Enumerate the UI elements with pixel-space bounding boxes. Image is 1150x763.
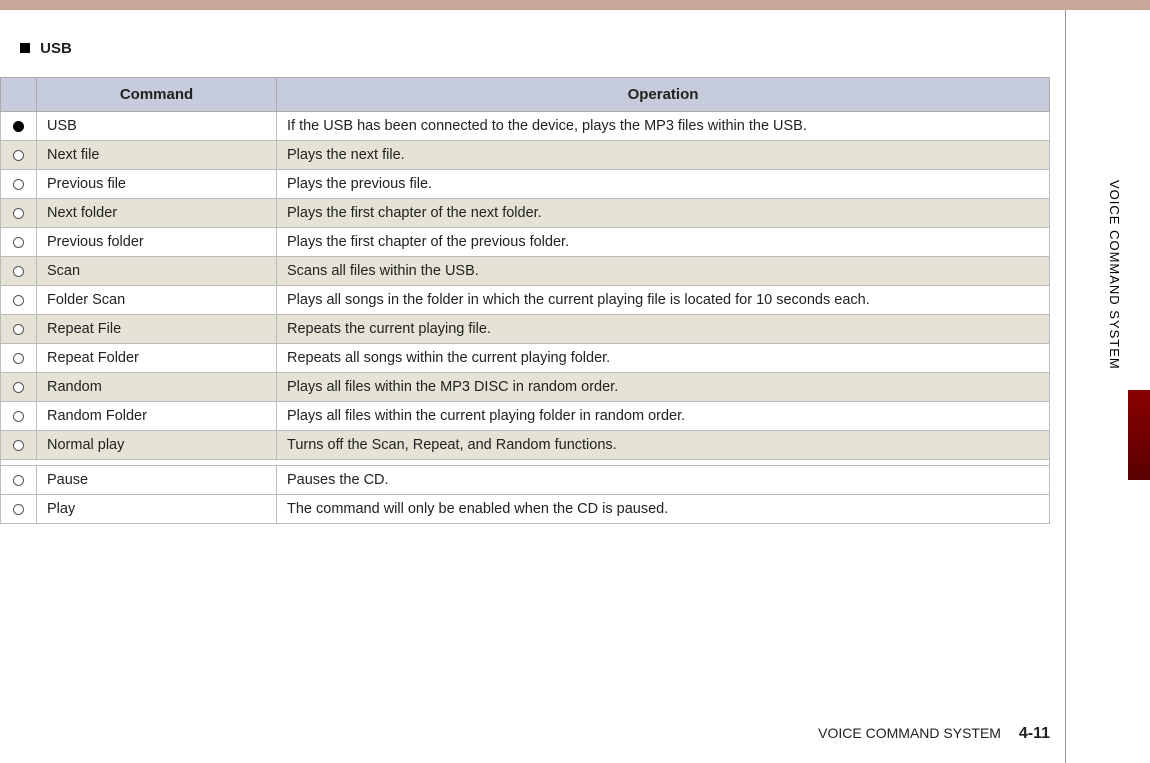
- table-row: Repeat FileRepeats the current playing f…: [1, 315, 1050, 344]
- open-circle-icon: [13, 208, 24, 219]
- operation-cell: Plays the first chapter of the next fold…: [277, 199, 1050, 228]
- bullet-cell: [1, 402, 37, 431]
- bullet-cell: [1, 112, 37, 141]
- open-circle-icon: [13, 266, 24, 277]
- open-circle-icon: [13, 411, 24, 422]
- command-cell: Pause: [37, 466, 277, 495]
- section-title-text: USB: [40, 40, 72, 57]
- side-panel: VOICE COMMAND SYSTEM: [1065, 10, 1150, 763]
- header-bullet-col: [1, 78, 37, 112]
- bullet-cell: [1, 466, 37, 495]
- table-row: Normal playTurns off the Scan, Repeat, a…: [1, 431, 1050, 460]
- open-circle-icon: [13, 440, 24, 451]
- table-row: Previous filePlays the previous file.: [1, 170, 1050, 199]
- table-row: Next filePlays the next file.: [1, 141, 1050, 170]
- open-circle-icon: [13, 353, 24, 364]
- table-row: Folder ScanPlays all songs in the folder…: [1, 286, 1050, 315]
- open-circle-icon: [13, 295, 24, 306]
- section-heading: USB: [0, 10, 1050, 77]
- operation-cell: Repeats all songs within the current pla…: [277, 344, 1050, 373]
- operation-cell: Plays all files within the current playi…: [277, 402, 1050, 431]
- command-cell: USB: [37, 112, 277, 141]
- operation-cell: Plays all files within the MP3 DISC in r…: [277, 373, 1050, 402]
- operation-cell: Plays the first chapter of the previous …: [277, 228, 1050, 257]
- table-header-row: Command Operation: [1, 78, 1050, 112]
- open-circle-icon: [13, 382, 24, 393]
- command-cell: Previous file: [37, 170, 277, 199]
- open-circle-icon: [13, 504, 24, 515]
- open-circle-icon: [13, 324, 24, 335]
- command-cell: Normal play: [37, 431, 277, 460]
- command-cell: Random Folder: [37, 402, 277, 431]
- square-bullet-icon: [20, 43, 30, 53]
- operation-cell: Scans all files within the USB.: [277, 257, 1050, 286]
- table-row: PausePauses the CD.: [1, 466, 1050, 495]
- command-cell: Repeat File: [37, 315, 277, 344]
- section-tab-marker: [1128, 390, 1150, 480]
- open-circle-icon: [13, 475, 24, 486]
- open-circle-icon: [13, 150, 24, 161]
- open-circle-icon: [13, 237, 24, 248]
- table-body: USBIf the USB has been connected to the …: [1, 112, 1050, 524]
- table-row: RandomPlays all files within the MP3 DIS…: [1, 373, 1050, 402]
- operation-cell: Pauses the CD.: [277, 466, 1050, 495]
- table-row: Previous folderPlays the first chapter o…: [1, 228, 1050, 257]
- bullet-cell: [1, 228, 37, 257]
- bullet-cell: [1, 495, 37, 524]
- bullet-cell: [1, 170, 37, 199]
- table-row: Next folderPlays the first chapter of th…: [1, 199, 1050, 228]
- command-cell: Next folder: [37, 199, 277, 228]
- bullet-cell: [1, 286, 37, 315]
- table-row: Repeat FolderRepeats all songs within th…: [1, 344, 1050, 373]
- operation-cell: The command will only be enabled when th…: [277, 495, 1050, 524]
- side-tab-label: VOICE COMMAND SYSTEM: [1107, 180, 1122, 370]
- top-accent-bar: [0, 0, 1150, 10]
- operation-cell: Plays the previous file.: [277, 170, 1050, 199]
- operation-cell: Plays all songs in the folder in which t…: [277, 286, 1050, 315]
- command-cell: Folder Scan: [37, 286, 277, 315]
- bullet-cell: [1, 344, 37, 373]
- filled-circle-icon: [13, 121, 24, 132]
- footer-page-number: 4-11: [1019, 725, 1050, 742]
- operation-cell: If the USB has been connected to the dev…: [277, 112, 1050, 141]
- command-cell: Previous folder: [37, 228, 277, 257]
- table-row: USBIf the USB has been connected to the …: [1, 112, 1050, 141]
- table-row: Random FolderPlays all files within the …: [1, 402, 1050, 431]
- page-content: USB Command Operation USBIf the USB has …: [0, 10, 1060, 763]
- header-command: Command: [37, 78, 277, 112]
- operation-cell: Turns off the Scan, Repeat, and Random f…: [277, 431, 1050, 460]
- command-cell: Next file: [37, 141, 277, 170]
- commands-table: Command Operation USBIf the USB has been…: [0, 77, 1050, 524]
- operation-cell: Repeats the current playing file.: [277, 315, 1050, 344]
- bullet-cell: [1, 199, 37, 228]
- footer-text: VOICE COMMAND SYSTEM: [818, 725, 1001, 741]
- command-cell: Scan: [37, 257, 277, 286]
- open-circle-icon: [13, 179, 24, 190]
- table-row: PlayThe command will only be enabled whe…: [1, 495, 1050, 524]
- bullet-cell: [1, 373, 37, 402]
- table-row: ScanScans all files within the USB.: [1, 257, 1050, 286]
- bullet-cell: [1, 315, 37, 344]
- bullet-cell: [1, 257, 37, 286]
- command-cell: Play: [37, 495, 277, 524]
- operation-cell: Plays the next file.: [277, 141, 1050, 170]
- page-footer: VOICE COMMAND SYSTEM 4-11: [818, 725, 1050, 743]
- command-cell: Random: [37, 373, 277, 402]
- command-cell: Repeat Folder: [37, 344, 277, 373]
- header-operation: Operation: [277, 78, 1050, 112]
- bullet-cell: [1, 141, 37, 170]
- bullet-cell: [1, 431, 37, 460]
